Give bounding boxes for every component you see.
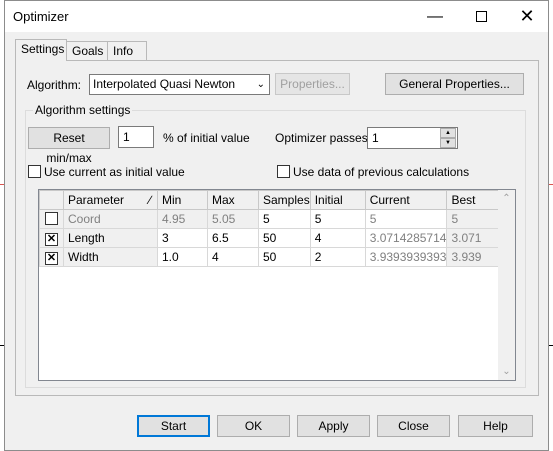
cell-parameter: Length (63, 228, 158, 248)
cell-current: 5 (364, 209, 448, 229)
row-checkbox[interactable]: ✕ (45, 232, 58, 246)
parameter-grid: Parameter ∕ Min Max Samples Initial Curre… (38, 189, 516, 381)
header-initial[interactable]: Initial (309, 190, 366, 210)
cell-initial[interactable]: 2 (309, 247, 366, 267)
algorithm-select[interactable]: Interpolated Quasi Newton ⌄ (89, 74, 270, 95)
optimizer-window: Optimizer — ✕ Settings Goals Info Algori… (4, 0, 549, 451)
row-checkbox-cell: ✕ (39, 247, 64, 267)
cell-parameter: Width (63, 247, 158, 267)
cell-min: 4.95 (157, 209, 208, 229)
help-button[interactable]: Help (458, 415, 533, 437)
header-current[interactable]: Current (364, 190, 448, 210)
algorithm-settings-label: Algorithm settings (33, 103, 133, 117)
close-button[interactable]: Close (377, 415, 450, 437)
passes-spinner: ▲ ▼ (440, 128, 456, 148)
cell-min[interactable]: 1.0 (157, 247, 208, 267)
chevron-down-icon: ⌄ (256, 79, 265, 90)
header-max[interactable]: Max (207, 190, 259, 210)
cell-samples[interactable]: 50 (258, 247, 311, 267)
cell-max[interactable]: 4 (207, 247, 259, 267)
cell-samples[interactable]: 50 (258, 228, 311, 248)
minimize-icon: — (427, 7, 443, 25)
close-window-button[interactable]: ✕ (504, 1, 550, 32)
cell-best: 3.939 (446, 247, 502, 267)
row-checkbox[interactable]: ✕ (45, 251, 58, 265)
sort-icon: ∕ (148, 193, 151, 207)
cell-initial[interactable]: 5 (309, 209, 366, 229)
minimize-button[interactable]: — (412, 1, 458, 32)
properties-button[interactable]: Properties... (275, 73, 350, 95)
tab-goals[interactable]: Goals (66, 41, 108, 60)
cell-samples[interactable]: 5 (258, 209, 311, 229)
use-current-label: Use current as initial value (44, 165, 185, 179)
tab-info[interactable]: Info (107, 41, 147, 60)
vertical-scrollbar[interactable]: ⌃ ⌄ (498, 190, 515, 380)
header-check (39, 190, 64, 210)
percent-label: % of initial value (163, 131, 250, 145)
algorithm-selected-value: Interpolated Quasi Newton (93, 77, 236, 91)
table-header-row: Parameter ∕ Min Max Samples Initial Curre… (39, 190, 502, 210)
background-edge (549, 345, 553, 346)
use-previous-label: Use data of previous calculations (293, 165, 470, 179)
window-title: Optimizer (13, 9, 69, 24)
row-checkbox-cell (39, 209, 64, 229)
apply-button[interactable]: Apply (297, 415, 370, 437)
start-button[interactable]: Start (137, 415, 210, 437)
cell-initial[interactable]: 4 (309, 228, 366, 248)
close-icon: ✕ (519, 6, 535, 26)
general-properties-button[interactable]: General Properties... (385, 73, 524, 95)
algorithm-label: Algorithm: (27, 78, 82, 92)
table-row: ✕ Length 3 6.5 50 4 3.0714285714 3.071 (39, 228, 502, 248)
cell-best: 5 (446, 209, 502, 229)
percent-input[interactable]: 1 (118, 126, 154, 148)
ok-button[interactable]: OK (217, 415, 290, 437)
optimizer-passes-stepper[interactable]: 1 ▲ ▼ (367, 127, 458, 149)
reset-min-max-button[interactable]: Reset min/max (28, 127, 110, 165)
cell-max[interactable]: 6.5 (207, 228, 259, 248)
spin-up-icon[interactable]: ▲ (440, 128, 456, 138)
title-bar: Optimizer — ✕ (5, 1, 548, 32)
tab-settings[interactable]: Settings (15, 39, 67, 61)
maximize-icon (475, 11, 487, 22)
cell-max: 5.05 (207, 209, 259, 229)
cell-min[interactable]: 3 (157, 228, 208, 248)
header-samples[interactable]: Samples (258, 190, 311, 210)
cell-best: 3.071 (446, 228, 502, 248)
maximize-button[interactable] (458, 1, 504, 32)
header-min[interactable]: Min (157, 190, 208, 210)
use-previous-checkbox[interactable] (277, 165, 290, 178)
row-checkbox[interactable] (45, 212, 58, 225)
table-row: Coord 4.95 5.05 5 5 5 5 (39, 209, 502, 229)
header-parameter[interactable]: Parameter ∕ (63, 190, 158, 210)
scroll-up-icon[interactable]: ⌃ (498, 190, 515, 207)
spin-down-icon[interactable]: ▼ (440, 138, 456, 148)
parameter-table: Parameter ∕ Min Max Samples Initial Curre… (39, 190, 502, 267)
background-line (549, 184, 553, 185)
use-current-checkbox[interactable] (28, 165, 41, 178)
optimizer-passes-value: 1 (372, 131, 379, 145)
cell-parameter: Coord (63, 209, 158, 229)
cell-current: 3.0714285714 (364, 228, 448, 248)
optimizer-passes-label: Optimizer passes: (275, 131, 372, 145)
row-checkbox-cell: ✕ (39, 228, 64, 248)
cell-current: 3.9393939393 (364, 247, 448, 267)
header-best[interactable]: Best (446, 190, 502, 210)
table-row: ✕ Width 1.0 4 50 2 3.9393939393 3.939 (39, 247, 502, 267)
scroll-down-icon[interactable]: ⌄ (498, 363, 515, 380)
